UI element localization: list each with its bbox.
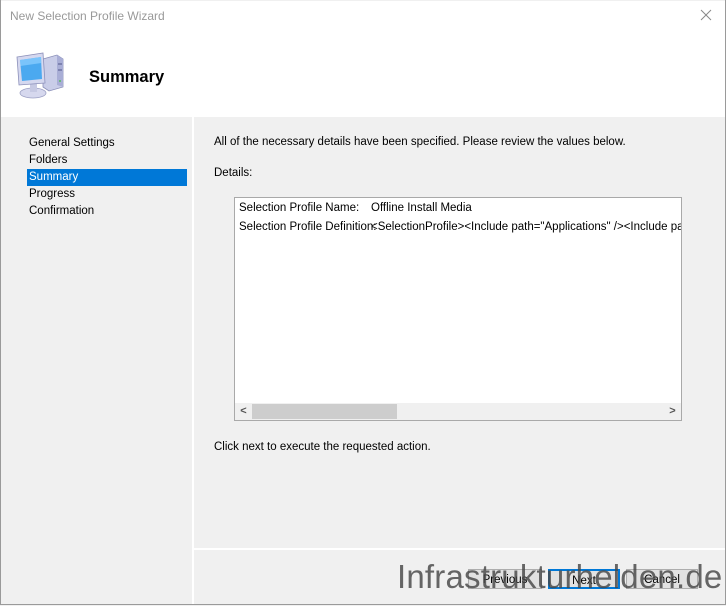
summary-content: All of the necessary details have been s…	[194, 117, 725, 549]
computer-icon	[13, 47, 69, 103]
window-title: New Selection Profile Wizard	[10, 9, 165, 23]
wizard-steps-list: General Settings Folders Summary Progres…	[27, 135, 187, 220]
details-label: Details:	[214, 167, 253, 179]
detail-key: Selection Profile Name:	[239, 202, 360, 214]
step-folders[interactable]: Folders	[27, 152, 187, 169]
step-general-settings[interactable]: General Settings	[27, 135, 187, 152]
detail-value: <SelectionProfile><Include path="Applica…	[371, 221, 682, 233]
wizard-header: New Selection Profile Wizard Summary	[1, 1, 725, 117]
details-textbox[interactable]: Selection Profile Name: Offline Install …	[234, 197, 682, 421]
step-progress[interactable]: Progress	[27, 186, 187, 203]
step-confirmation[interactable]: Confirmation	[27, 203, 187, 220]
detail-value: Offline Install Media	[371, 202, 472, 214]
scroll-left-icon[interactable]: <	[235, 403, 252, 420]
scroll-right-icon[interactable]: >	[664, 403, 681, 420]
instruction-text: Click next to execute the requested acti…	[214, 441, 431, 453]
wizard-window: New Selection Profile Wizard Summary Gen…	[0, 0, 726, 605]
scrollbar-thumb[interactable]	[252, 404, 397, 419]
detail-key: Selection Profile Definition:	[239, 221, 377, 233]
page-title: Summary	[89, 68, 165, 86]
footer-divider	[194, 548, 725, 550]
cancel-button[interactable]: Cancel	[626, 569, 698, 589]
intro-text: All of the necessary details have been s…	[214, 136, 626, 148]
previous-button[interactable]: Previous	[468, 569, 542, 589]
close-icon	[700, 9, 712, 21]
horizontal-scrollbar[interactable]: < >	[235, 403, 681, 420]
wizard-steps-sidebar: General Settings Folders Summary Progres…	[1, 117, 194, 604]
step-summary[interactable]: Summary	[27, 169, 187, 186]
close-button[interactable]	[695, 7, 717, 25]
next-button[interactable]: Next	[548, 569, 620, 589]
